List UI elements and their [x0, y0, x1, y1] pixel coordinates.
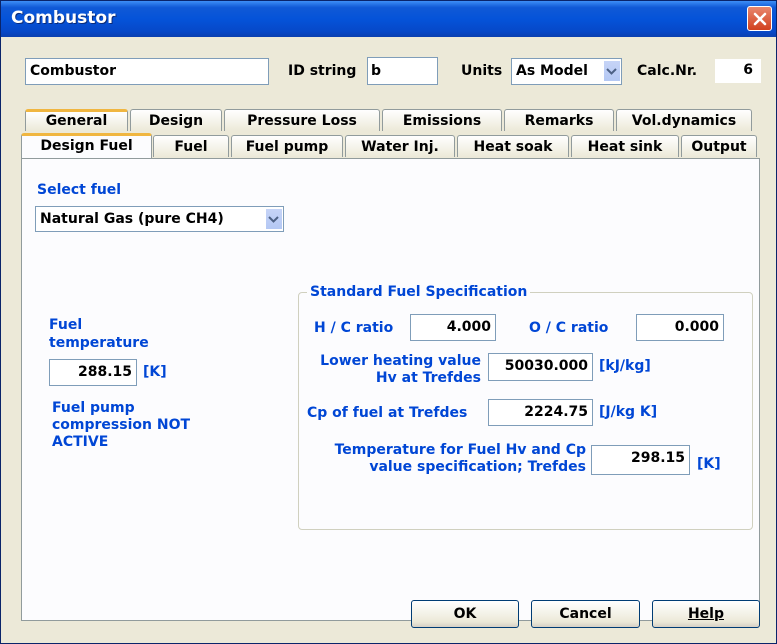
fuel-temperature-label-1: Fuel [49, 317, 83, 333]
calc-nr-value-box: 6 [715, 59, 761, 83]
tab-design-fuel[interactable]: Design Fuel [21, 133, 152, 158]
lhv-input[interactable]: 50030.000 [488, 353, 593, 381]
lhv-unit: [kJ/kg] [599, 358, 651, 374]
fuel-temperature-unit: [K] [143, 364, 167, 380]
combustor-dialog: Combustor Combustor ID string b Units As… [0, 0, 777, 644]
hc-ratio-label: H / C ratio [314, 320, 394, 336]
units-label: Units [461, 63, 503, 79]
chevron-down-icon [606, 68, 617, 75]
tab-general[interactable]: General [25, 109, 128, 131]
tab-heat-sink[interactable]: Heat sink [571, 135, 679, 157]
tab-fuel-pump[interactable]: Fuel pump [231, 135, 343, 157]
tab-fuel[interactable]: Fuel [153, 135, 229, 157]
select-fuel-label: Select fuel [37, 182, 122, 198]
cancel-button[interactable]: Cancel [531, 600, 640, 628]
component-name-input[interactable]: Combustor [25, 58, 269, 85]
calc-nr-label: Calc.Nr. [637, 63, 698, 79]
tab-emissions[interactable]: Emissions [382, 109, 502, 131]
ok-button[interactable]: OK [411, 600, 519, 628]
trefdes-input[interactable]: 298.15 [591, 445, 690, 475]
tab-heat-soak[interactable]: Heat soak [457, 135, 569, 157]
lhv-label-2: Hv at Trefdes [375, 370, 481, 386]
hc-ratio-input[interactable]: 4.000 [410, 314, 496, 341]
standard-fuel-spec-title: Standard Fuel Specification [307, 284, 531, 300]
fuel-temperature-input[interactable]: 288.15 [49, 359, 137, 386]
tab-vol-dynamics[interactable]: Vol.dynamics [616, 109, 752, 131]
fuel-pump-note-3: ACTIVE [52, 434, 109, 450]
oc-ratio-label: O / C ratio [529, 320, 609, 336]
fuel-pump-note-1: Fuel pump [52, 400, 135, 416]
tab-remarks[interactable]: Remarks [504, 109, 614, 131]
title-bar[interactable]: Combustor [1, 1, 776, 37]
trefdes-label-1: Temperature for Fuel Hv and Cp [334, 442, 586, 458]
chevron-down-icon [268, 216, 279, 223]
tab-water-inj[interactable]: Water Inj. [345, 135, 455, 157]
fuel-select-value: Natural Gas (pure CH4) [40, 211, 224, 227]
id-string-input[interactable]: b [367, 57, 438, 85]
tab-output[interactable]: Output [681, 135, 757, 157]
cp-label: Cp of fuel at Trefdes [307, 405, 468, 421]
close-button[interactable] [747, 6, 772, 31]
fuel-dropdown-button[interactable] [265, 209, 282, 229]
fuel-select[interactable]: Natural Gas (pure CH4) [35, 206, 284, 232]
units-value: As Model [516, 63, 588, 79]
close-icon [753, 12, 767, 26]
units-dropdown-button[interactable] [603, 61, 620, 81]
id-string-label: ID string [288, 63, 357, 79]
trefdes-label-2: value specification; Trefdes [369, 459, 586, 475]
cp-input[interactable]: 2224.75 [488, 399, 593, 426]
tab-pressure-loss[interactable]: Pressure Loss [224, 109, 380, 131]
lhv-label-1: Lower heating value [320, 353, 481, 369]
fuel-pump-note-2: compression NOT [52, 417, 191, 433]
oc-ratio-input[interactable]: 0.000 [636, 314, 724, 341]
cp-unit: [J/kg K] [599, 404, 658, 420]
calc-nr-value: 6 [743, 62, 753, 78]
trefdes-unit: [K] [697, 456, 721, 472]
fuel-temperature-label-2: temperature [49, 335, 149, 351]
help-button[interactable]: Help [652, 600, 760, 628]
window-title: Combustor [11, 8, 116, 28]
tab-design[interactable]: Design [130, 109, 222, 131]
units-select[interactable]: As Model [511, 58, 622, 85]
